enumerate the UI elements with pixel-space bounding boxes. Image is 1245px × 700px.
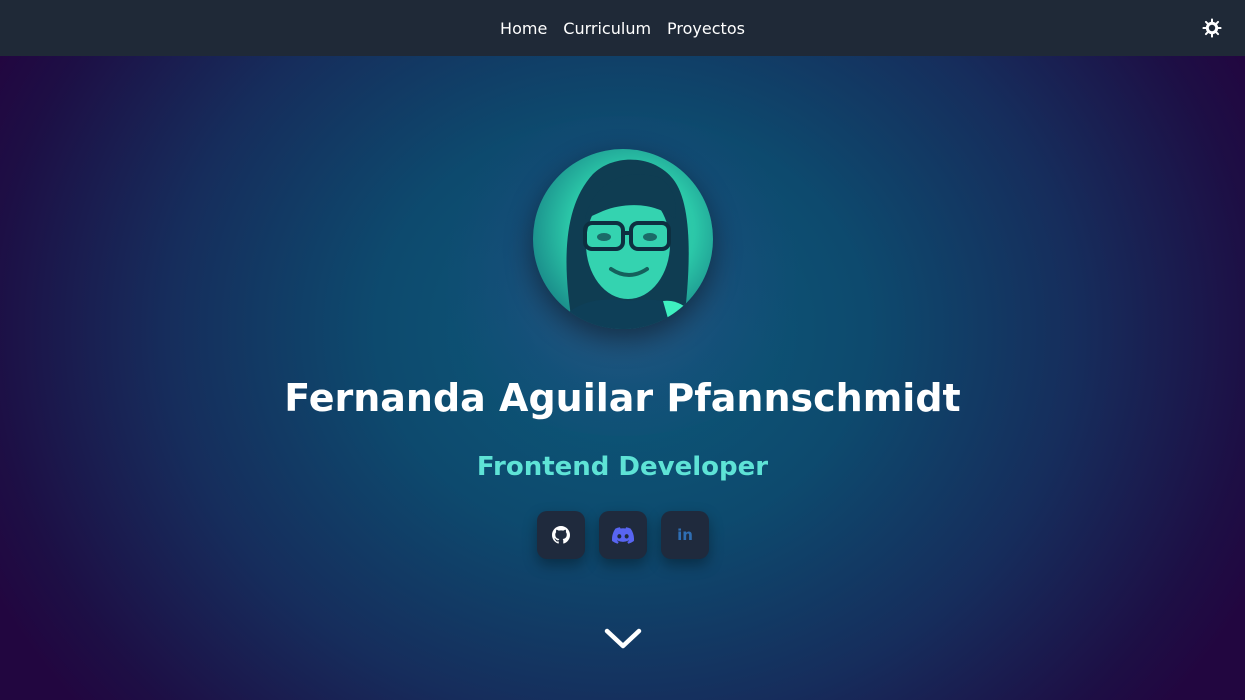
linkedin-button[interactable]: in (661, 511, 709, 559)
top-navbar: Home Curriculum Proyectos (0, 0, 1245, 56)
discord-button[interactable] (599, 511, 647, 559)
avatar (533, 149, 713, 329)
nav-link-proyectos[interactable]: Proyectos (667, 19, 745, 38)
linkedin-icon: in (677, 526, 693, 544)
chevron-down-icon (604, 628, 642, 649)
nav-link-curriculum[interactable]: Curriculum (563, 19, 651, 38)
discord-icon (612, 526, 634, 544)
github-icon (552, 526, 570, 544)
scroll-down-button[interactable] (603, 624, 643, 654)
sun-icon (1202, 18, 1222, 38)
nav-links: Home Curriculum Proyectos (500, 19, 745, 38)
profile-role: Frontend Developer (476, 452, 769, 482)
github-button[interactable] (537, 511, 585, 559)
nav-link-home[interactable]: Home (500, 19, 547, 38)
social-links: in (537, 511, 709, 559)
profile-photo (553, 159, 703, 329)
profile-name: Fernanda Aguilar Pfannschmidt (284, 376, 961, 420)
theme-toggle-button[interactable] (1201, 17, 1223, 39)
hero-section: Fernanda Aguilar Pfannschmidt Frontend D… (0, 56, 1245, 700)
